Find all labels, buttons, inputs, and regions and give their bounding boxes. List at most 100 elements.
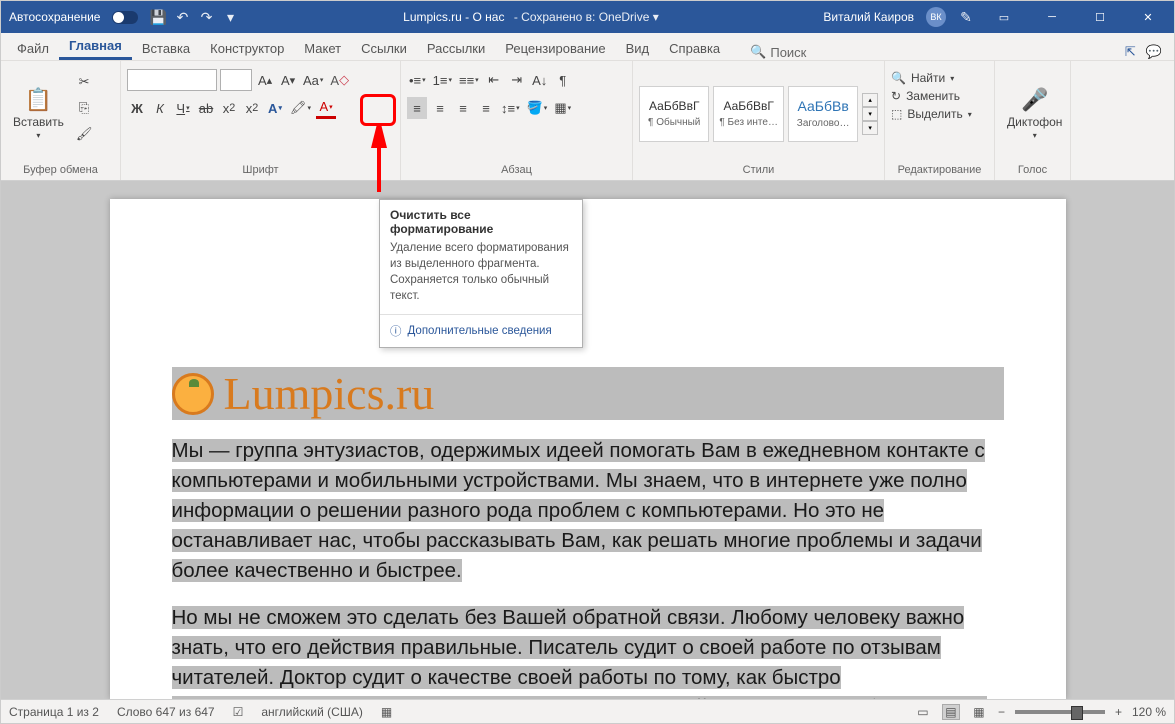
align-center-icon[interactable]: ≡ bbox=[430, 97, 450, 119]
style-normal[interactable]: АаБбВвГ¶ Обычный bbox=[639, 86, 709, 142]
tab-layout[interactable]: Макет bbox=[294, 35, 351, 60]
superscript-button[interactable]: x2 bbox=[242, 97, 262, 119]
status-words[interactable]: Слово 647 из 647 bbox=[117, 705, 215, 719]
redo-icon[interactable]: ↷ bbox=[198, 9, 214, 25]
group-styles: Стили bbox=[639, 162, 878, 178]
spellcheck-icon[interactable]: ☑ bbox=[233, 705, 244, 719]
strikethrough-button[interactable]: ab bbox=[196, 97, 216, 119]
status-page[interactable]: Страница 1 из 2 bbox=[9, 705, 99, 719]
change-case-icon[interactable]: Aa bbox=[301, 69, 325, 91]
share-icon[interactable]: ⇱ bbox=[1125, 44, 1136, 60]
dictate-button[interactable]: 🎤 Диктофон ▾ bbox=[1001, 65, 1068, 162]
clear-formatting-button[interactable]: A◇ bbox=[328, 69, 351, 91]
tab-help[interactable]: Справка bbox=[659, 35, 730, 60]
tab-file[interactable]: Файл bbox=[7, 35, 59, 60]
logo-icon bbox=[172, 373, 214, 415]
text-effects-icon[interactable]: A bbox=[265, 97, 285, 119]
view-read-icon[interactable]: ▭ bbox=[914, 704, 932, 720]
view-web-icon[interactable]: ▦ bbox=[970, 704, 988, 720]
selection-p2[interactable]: Но мы не сможем это сделать без Вашей об… bbox=[172, 606, 988, 699]
tab-review[interactable]: Рецензирование bbox=[495, 35, 615, 60]
maximize-icon[interactable]: ☐ bbox=[1082, 5, 1118, 29]
minimize-icon[interactable]: ─ bbox=[1034, 5, 1070, 29]
document-area[interactable]: Lumpics.ru Мы — группа энтузиастов, одер… bbox=[1, 181, 1174, 699]
replace-icon: ↻ bbox=[891, 89, 901, 103]
find-icon: 🔍 bbox=[891, 71, 906, 85]
copy-icon[interactable]: ⎘ bbox=[74, 97, 95, 119]
comments-icon[interactable]: 💬 bbox=[1146, 44, 1162, 60]
view-print-icon[interactable]: ▤ bbox=[942, 704, 960, 720]
status-bar: Страница 1 из 2 Слово 647 из 647 ☑ англи… bbox=[1, 699, 1174, 723]
align-left-icon[interactable]: ≡ bbox=[407, 97, 427, 119]
styles-gallery-nav[interactable]: ▴▾▾ bbox=[862, 93, 878, 135]
numbering-icon[interactable]: 1≡ bbox=[431, 69, 454, 91]
tooltip-clear-formatting: Очистить все форматирование Удаление все… bbox=[379, 199, 583, 348]
tab-view[interactable]: Вид bbox=[616, 35, 660, 60]
underline-button[interactable]: Ч bbox=[173, 97, 193, 119]
decrease-indent-icon[interactable]: ⇤ bbox=[484, 69, 504, 91]
qat-dropdown-icon[interactable]: ▾ bbox=[222, 9, 238, 25]
group-font: Шрифт bbox=[127, 162, 394, 178]
font-name-input[interactable] bbox=[127, 69, 217, 91]
replace-button[interactable]: ↻Заменить bbox=[891, 89, 972, 103]
sort-icon[interactable]: A↓ bbox=[530, 69, 550, 91]
style-heading1[interactable]: АаБбВвЗаголово… bbox=[788, 86, 858, 142]
multilevel-icon[interactable]: ≡≡ bbox=[457, 69, 481, 91]
font-color-icon[interactable]: A bbox=[316, 97, 336, 119]
find-button[interactable]: 🔍Найти▾ bbox=[891, 71, 972, 85]
close-icon[interactable]: ✕ bbox=[1130, 5, 1166, 29]
user-name[interactable]: Виталий Каиров bbox=[823, 10, 914, 24]
subscript-button[interactable]: x2 bbox=[219, 97, 239, 119]
paste-button[interactable]: 📋 Вставить ▾ bbox=[7, 65, 70, 162]
save-icon[interactable]: 💾 bbox=[150, 9, 166, 25]
highlight-icon[interactable]: 🖍 bbox=[288, 97, 313, 119]
select-button[interactable]: ⬚Выделить▾ bbox=[891, 107, 972, 121]
cut-icon[interactable]: ✂ bbox=[74, 71, 95, 93]
show-marks-icon[interactable]: ¶ bbox=[553, 69, 573, 91]
style-nospacing[interactable]: АаБбВвГ¶ Без инте… bbox=[713, 86, 783, 142]
ribbon-tabs: Файл Главная Вставка Конструктор Макет С… bbox=[1, 33, 1174, 61]
pen-icon[interactable]: ✎ bbox=[958, 9, 974, 25]
zoom-slider[interactable] bbox=[1015, 710, 1105, 714]
group-voice: Голос bbox=[1001, 162, 1064, 178]
align-right-icon[interactable]: ≡ bbox=[453, 97, 473, 119]
title-bar: Автосохранение 💾 ↶ ↷ ▾ Lumpics.ru - О на… bbox=[1, 1, 1174, 33]
tooltip-more-link[interactable]: ⓘДополнительные сведения bbox=[380, 314, 582, 347]
borders-icon[interactable]: ▦ bbox=[552, 97, 573, 119]
shrink-font-icon[interactable]: A▾ bbox=[278, 69, 298, 91]
tab-design[interactable]: Конструктор bbox=[200, 35, 294, 60]
group-editing: Редактирование bbox=[891, 162, 988, 178]
saved-location[interactable]: - Сохранено в: OneDrive ▾ bbox=[514, 10, 659, 24]
highlight-annotation bbox=[360, 94, 396, 126]
selection-p1[interactable]: Мы — группа энтузиастов, одержимых идеей… bbox=[172, 439, 985, 582]
tooltip-body: Удаление всего форматирования из выделен… bbox=[380, 240, 582, 314]
help-icon: ⓘ bbox=[390, 323, 402, 339]
select-icon: ⬚ bbox=[891, 107, 902, 121]
tab-home[interactable]: Главная bbox=[59, 32, 132, 60]
search-box[interactable]: 🔍 Поиск bbox=[750, 44, 806, 60]
zoom-out-icon[interactable]: − bbox=[998, 705, 1005, 719]
justify-icon[interactable]: ≡ bbox=[476, 97, 496, 119]
font-size-input[interactable] bbox=[220, 69, 252, 91]
tab-insert[interactable]: Вставка bbox=[132, 35, 200, 60]
line-spacing-icon[interactable]: ↕≡ bbox=[499, 97, 522, 119]
italic-button[interactable]: К bbox=[150, 97, 170, 119]
autosave-toggle[interactable] bbox=[112, 11, 138, 24]
status-language[interactable]: английский (США) bbox=[261, 705, 362, 719]
shading-icon[interactable]: 🪣 bbox=[525, 97, 550, 119]
group-clipboard: Буфер обмена bbox=[7, 162, 114, 178]
selection-logo[interactable]: Lumpics.ru bbox=[172, 367, 1004, 420]
undo-icon[interactable]: ↶ bbox=[174, 9, 190, 25]
tab-mailings[interactable]: Рассылки bbox=[417, 35, 495, 60]
macro-icon[interactable]: ▦ bbox=[381, 705, 392, 719]
bullets-icon[interactable]: •≡ bbox=[407, 69, 428, 91]
grow-font-icon[interactable]: A▴ bbox=[255, 69, 275, 91]
format-painter-icon[interactable]: 🖌 bbox=[74, 123, 95, 145]
increase-indent-icon[interactable]: ⇥ bbox=[507, 69, 527, 91]
user-avatar[interactable]: ВК bbox=[926, 7, 946, 27]
zoom-level[interactable]: 120 % bbox=[1132, 705, 1166, 719]
bold-button[interactable]: Ж bbox=[127, 97, 147, 119]
zoom-in-icon[interactable]: + bbox=[1115, 705, 1122, 719]
ribbon-options-icon[interactable]: ▭ bbox=[986, 5, 1022, 29]
tab-references[interactable]: Ссылки bbox=[351, 35, 417, 60]
